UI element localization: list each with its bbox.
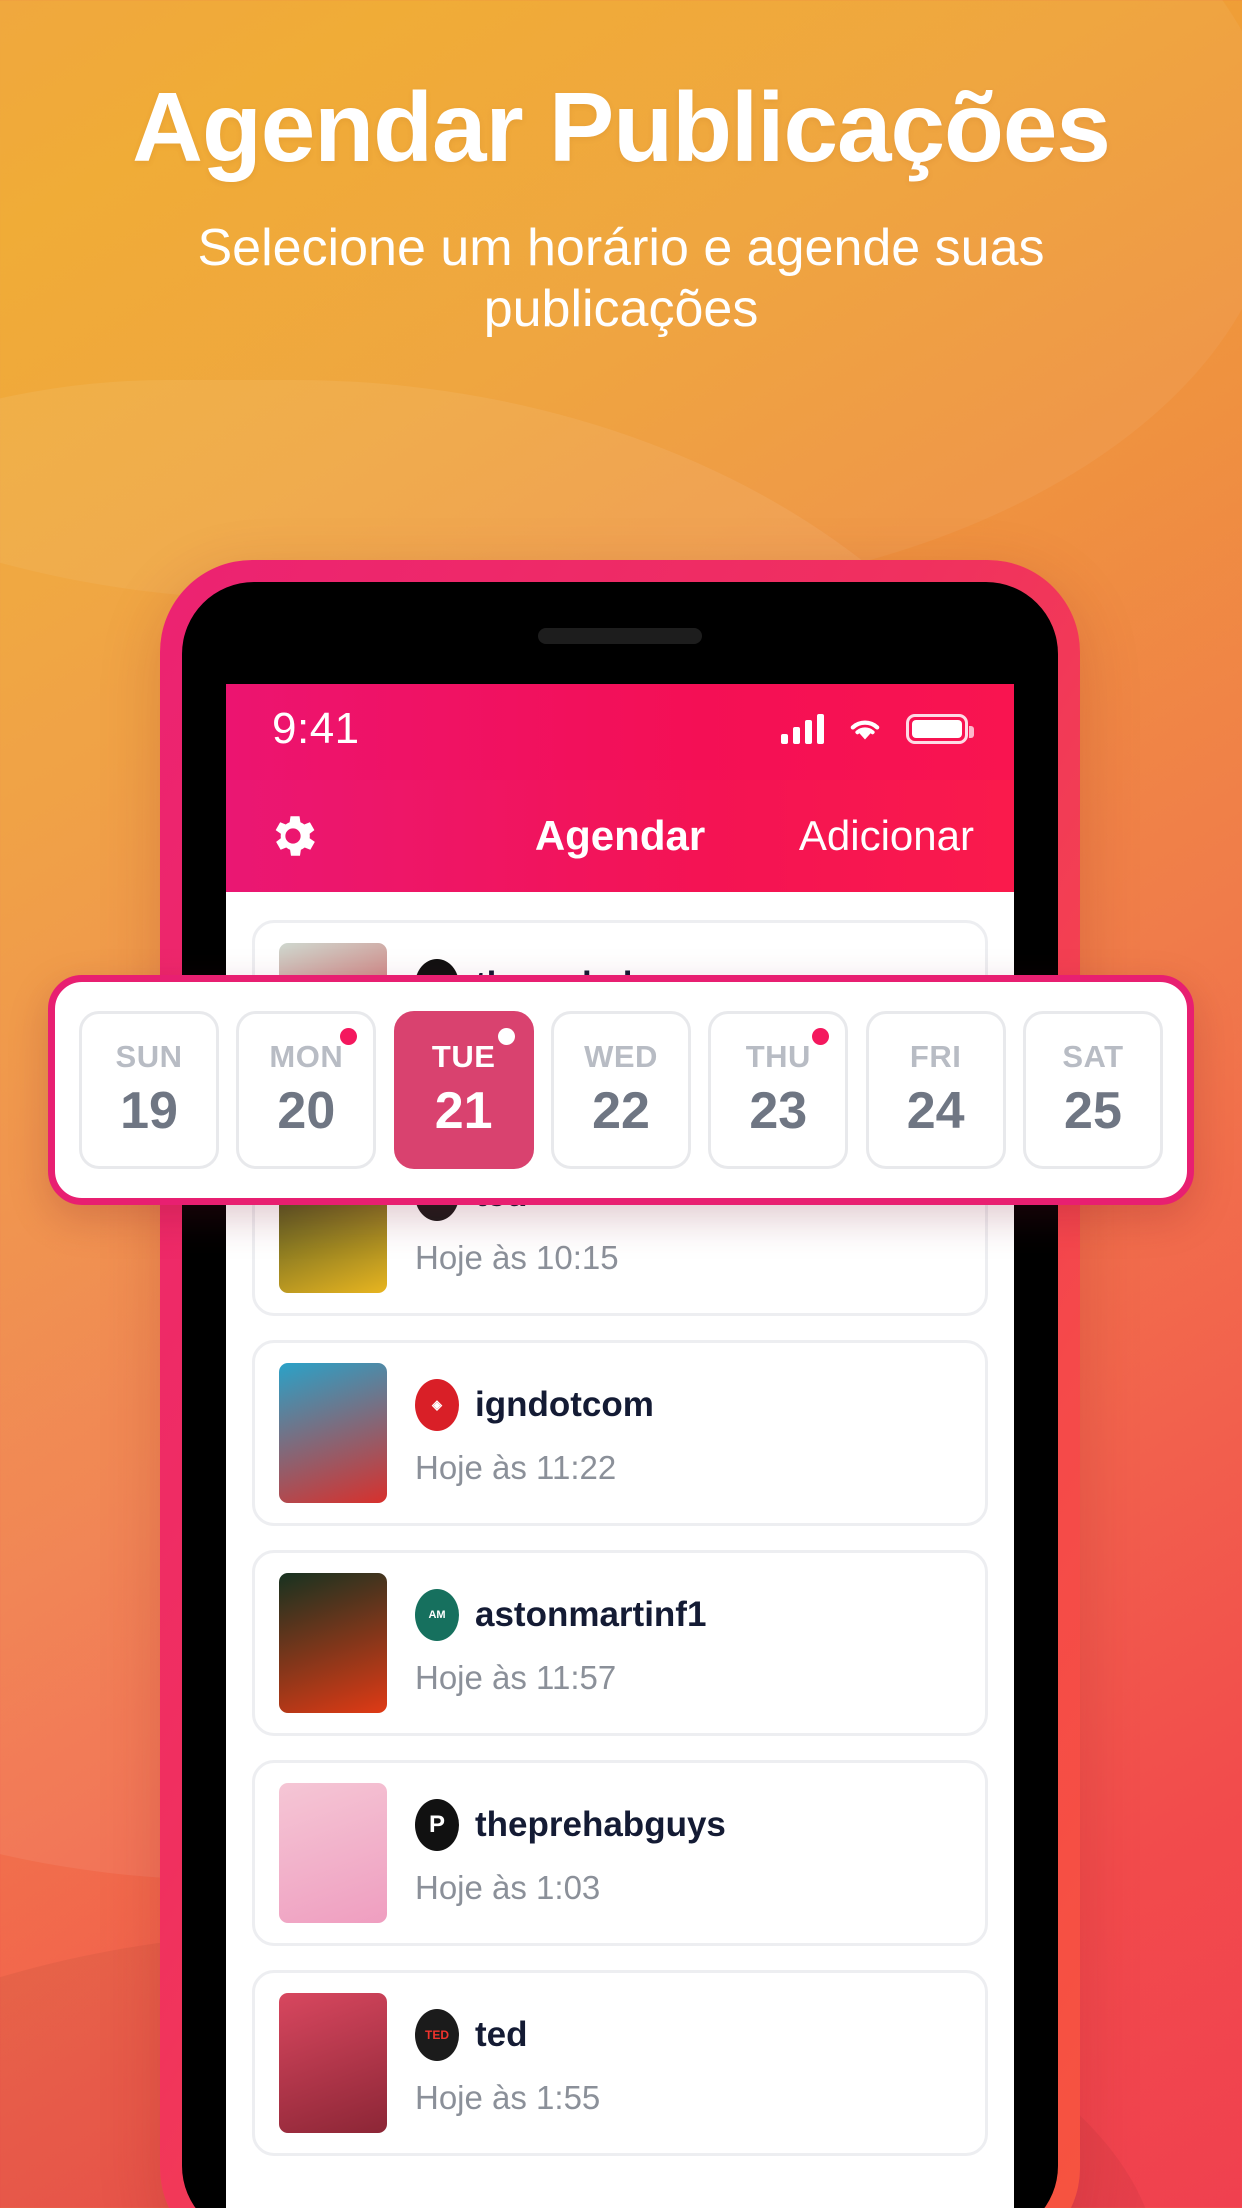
scheduled-post-row[interactable]: TED ted Hoje às 1:55 xyxy=(252,1970,988,2156)
cellular-bars-icon xyxy=(781,714,824,744)
status-icons xyxy=(781,714,974,744)
day-card-wed[interactable]: WED 22 xyxy=(550,1011,691,1169)
day-of-week-label: TUE xyxy=(431,1039,496,1074)
day-card-mon[interactable]: MON 20 xyxy=(236,1011,377,1169)
phone-screen: 9:41 Agendar Adicionar Pt xyxy=(226,684,1014,2208)
post-thumbnail xyxy=(279,1573,387,1713)
post-thumbnail xyxy=(279,1783,387,1923)
day-number-label: 20 xyxy=(277,1082,336,1140)
has-posts-dot-icon xyxy=(340,1028,358,1045)
page-title: Agendar Publicações xyxy=(132,72,1111,182)
battery-full-icon xyxy=(906,714,974,744)
post-scheduled-time: Hoje às 1:55 xyxy=(415,2079,601,2116)
phone-speaker xyxy=(538,628,702,644)
post-scheduled-time: Hoje às 11:22 xyxy=(415,1449,617,1486)
day-of-week-label: FRI xyxy=(909,1039,962,1074)
date-picker-strip[interactable]: SUN 19 MON 20 TUE 21 WED 22 THU 23 FRI 24 SAT 25 xyxy=(48,975,1194,1205)
wifi-icon xyxy=(850,720,880,740)
post-thumbnail xyxy=(279,1993,387,2133)
post-account-row: AM astonmartinf1 xyxy=(415,1589,706,1641)
day-number-label: 25 xyxy=(1064,1082,1122,1140)
post-meta: TED ted Hoje às 1:55 xyxy=(415,2009,600,2117)
post-username: theprehabguys xyxy=(475,1805,726,1844)
post-account-row: ◈ igndotcom xyxy=(415,1379,654,1431)
theprehabguys-avatar: P xyxy=(415,1799,459,1851)
nav-bar: Agendar Adicionar xyxy=(226,780,1014,892)
scheduled-post-row[interactable]: Ptheprehabguys Hoje às 1:03 xyxy=(252,1760,988,1946)
post-username: igndotcom xyxy=(475,1385,654,1424)
status-time: 9:41 xyxy=(272,704,360,753)
promo-header: Agendar Publicações Selecione um horário… xyxy=(0,0,1242,341)
has-posts-dot-icon xyxy=(497,1028,515,1045)
scheduled-post-row[interactable]: AM astonmartinf1 Hoje às 11:57 xyxy=(252,1550,988,1736)
day-number-label: 21 xyxy=(434,1082,493,1140)
post-scheduled-time: Hoje às 10:15 xyxy=(415,1239,619,1276)
astonmartinf1-avatar: AM xyxy=(415,1589,459,1641)
day-card-fri[interactable]: FRI 24 xyxy=(865,1011,1006,1169)
day-number-label: 22 xyxy=(592,1082,650,1140)
day-number-label: 24 xyxy=(906,1082,965,1140)
day-of-week-label: SAT xyxy=(1062,1039,1124,1074)
post-account-row: Ptheprehabguys xyxy=(415,1799,726,1851)
post-scheduled-time: Hoje às 11:57 xyxy=(415,1659,617,1696)
post-meta: Ptheprehabguys Hoje às 1:03 xyxy=(415,1799,726,1907)
igndotcom-avatar: ◈ xyxy=(415,1379,459,1431)
day-of-week-label: WED xyxy=(584,1039,658,1074)
day-number-label: 23 xyxy=(749,1082,808,1140)
ted-avatar: TED xyxy=(415,2009,459,2061)
day-of-week-label: SUN xyxy=(115,1039,183,1074)
day-of-week-label: MON xyxy=(269,1039,344,1074)
gear-icon[interactable] xyxy=(266,809,320,863)
post-scheduled-time: Hoje às 1:03 xyxy=(415,1869,601,1906)
phone-body: 9:41 Agendar Adicionar Pt xyxy=(182,582,1058,2208)
scheduled-post-row[interactable]: ◈ igndotcom Hoje às 11:22 xyxy=(252,1340,988,1526)
day-card-tue[interactable]: TUE 21 xyxy=(393,1011,534,1169)
phone-mockup: 9:41 Agendar Adicionar Pt xyxy=(160,560,1080,2208)
post-username: ted xyxy=(475,2015,528,2054)
day-of-week-label: THU xyxy=(745,1039,811,1074)
page-subtitle: Selecione um horário e agende suas publi… xyxy=(197,219,1045,339)
day-card-sun[interactable]: SUN 19 xyxy=(79,1011,219,1169)
add-button[interactable]: Adicionar xyxy=(799,812,974,860)
post-account-row: TED ted xyxy=(415,2009,600,2061)
post-meta: AM astonmartinf1 Hoje às 11:57 xyxy=(415,1589,706,1697)
status-bar: 9:41 xyxy=(226,684,1014,780)
post-username: astonmartinf1 xyxy=(475,1595,707,1634)
has-posts-dot-icon xyxy=(812,1028,830,1045)
post-meta: ◈ igndotcom Hoje às 11:22 xyxy=(415,1379,654,1487)
day-card-thu[interactable]: THU 23 xyxy=(708,1011,849,1169)
day-number-label: 19 xyxy=(120,1082,178,1140)
day-card-sat[interactable]: SAT 25 xyxy=(1022,1011,1163,1169)
post-thumbnail xyxy=(279,1363,387,1503)
